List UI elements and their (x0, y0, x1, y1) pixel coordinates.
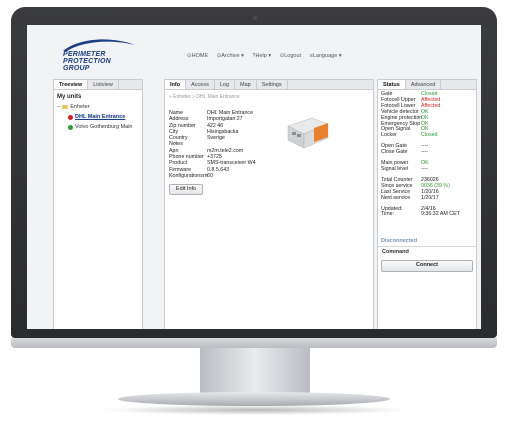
status-panel: Status Advanced Gate Closed Fotocell Uppe… (377, 79, 477, 329)
app-screen: PERIMETER PROTECTION GROUP ⊙HOME ⊙Archiv… (27, 25, 481, 329)
tree-panel: Treeview Listview My units − Enheter DHL… (53, 79, 143, 329)
tree-item-volvo[interactable]: Volvo Gothenburg Main (68, 124, 132, 130)
nav-archive-menu[interactable]: ⊙Archive ▾ (217, 53, 244, 59)
tab-info[interactable]: Info (165, 80, 187, 89)
tab-map[interactable]: Map (235, 80, 257, 89)
tree-title: My units (57, 94, 82, 100)
tab-listview[interactable]: Listview (88, 80, 119, 89)
nav-logout-link[interactable]: ⊙Logout (280, 53, 301, 59)
tab-log[interactable]: Log (215, 80, 236, 89)
tab-status[interactable]: Status (378, 80, 406, 89)
monitor-base (118, 392, 390, 406)
info-panel: Info Access Log Map Settings » Enheter »… (164, 79, 374, 329)
info-row: Konfigurationsrn 60 (169, 172, 213, 179)
tab-settings[interactable]: Settings (257, 80, 288, 89)
nav-help-menu[interactable]: ?Help ▾ (252, 53, 271, 59)
webcam (253, 16, 257, 20)
tab-advanced[interactable]: Advanced (406, 80, 442, 89)
company-logo: PERIMETER PROTECTION GROUP (57, 37, 137, 73)
tree-root[interactable]: − Enheter (57, 104, 89, 110)
status-tabs: Status Advanced (378, 80, 476, 90)
device-image (287, 117, 329, 149)
status-red-icon (68, 114, 73, 120)
divider (378, 246, 476, 247)
monitor-stand (200, 348, 310, 394)
status-list: Gate Closed Fotocell Upper Affected Fotoce… (381, 91, 460, 218)
status-row: Time: 9:36:32 AM CET (381, 211, 460, 218)
status-green-icon (68, 124, 73, 130)
tree-tabs: Treeview Listview (54, 80, 142, 90)
info-tabs: Info Access Log Map Settings (165, 80, 373, 90)
collapse-icon[interactable]: − (57, 104, 60, 110)
nav-language-menu[interactable]: ≡Language ▾ (310, 53, 342, 59)
monitor-bezel: PERIMETER PROTECTION GROUP ⊙HOME ⊙Archiv… (11, 7, 497, 338)
base-shadow (100, 405, 410, 415)
tab-access[interactable]: Access (186, 80, 215, 89)
connect-button[interactable]: Connect (381, 260, 473, 272)
monitor-chin (11, 338, 497, 348)
unit-details: Name DHL Main Entrance Address Importgatan… (169, 110, 256, 179)
connection-status: Disconnected (381, 238, 418, 244)
tree-item-dhl[interactable]: DHL Main Entrance (68, 114, 126, 120)
tab-treeview[interactable]: Treeview (54, 80, 89, 89)
breadcrumb: » Enheter » DHL Main Entrance (169, 94, 240, 100)
nav-home-link[interactable]: ⊙HOME (187, 53, 208, 59)
edit-info-button[interactable]: Edit Info (169, 184, 203, 195)
command-label: Command (382, 249, 409, 255)
top-navigation: ⊙HOME ⊙Archive ▾ ?Help ▾ ⊙Logout ≡Langua… (187, 53, 349, 59)
folder-icon (62, 105, 69, 109)
